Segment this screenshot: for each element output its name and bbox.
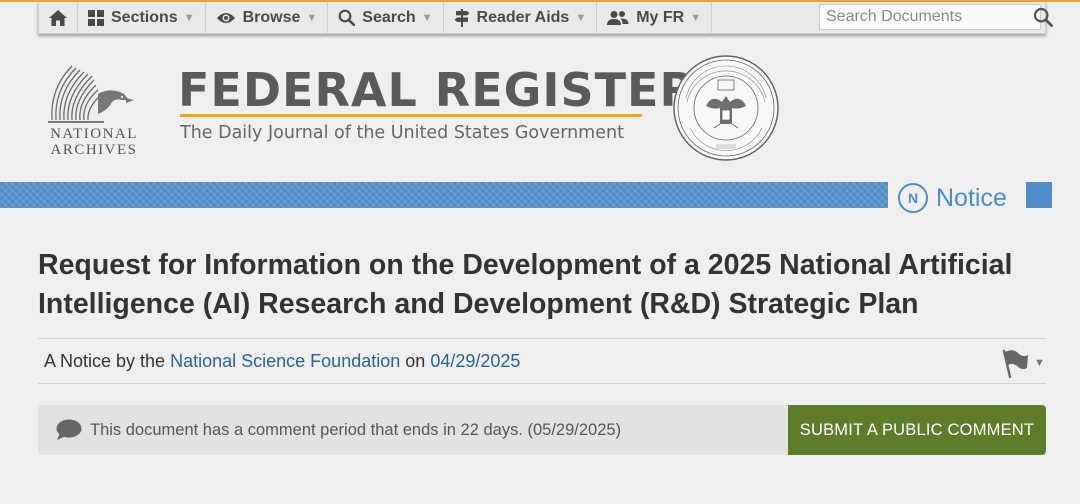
chevron-down-icon: ▼ bbox=[1034, 357, 1045, 369]
archives-line2: ARCHIVES bbox=[50, 142, 138, 158]
nav-reader-aids[interactable]: Reader Aids ▼ bbox=[444, 2, 598, 33]
archives-line1: NATIONAL bbox=[50, 126, 138, 142]
search-documents-box bbox=[819, 4, 1053, 30]
title-rule bbox=[180, 114, 642, 117]
eagle-icon bbox=[48, 65, 134, 123]
comment-bubble-icon bbox=[56, 419, 82, 441]
national-archives-wordmark: NATIONAL ARCHIVES bbox=[44, 126, 144, 158]
main-nav: Sections ▼ Browse ▼ Search ▼ Reader Aids… bbox=[38, 2, 1053, 34]
submit-public-comment-button[interactable]: SUBMIT A PUBLIC COMMENT bbox=[788, 405, 1046, 455]
publication-date-link[interactable]: 04/29/2025 bbox=[430, 351, 520, 371]
search-icon[interactable] bbox=[1033, 7, 1053, 27]
nav-my-fr[interactable]: My FR ▼ bbox=[597, 2, 713, 33]
home-button[interactable] bbox=[39, 2, 78, 33]
byline-prefix: A Notice by the bbox=[44, 351, 166, 371]
search-icon bbox=[338, 9, 356, 26]
document-title: Request for Information on the Developme… bbox=[38, 249, 1013, 320]
chevron-down-icon: ▼ bbox=[690, 11, 702, 24]
byline-on: on bbox=[405, 351, 426, 371]
document-actions-menu[interactable]: ▼ bbox=[1000, 348, 1048, 378]
agency-link[interactable]: National Science Foundation bbox=[170, 351, 400, 371]
nav-reader-aids-label: Reader Aids bbox=[476, 8, 570, 26]
chevron-down-icon: ▼ bbox=[183, 11, 195, 24]
flag-icon bbox=[1000, 348, 1030, 378]
nav-search-label: Search bbox=[362, 8, 416, 26]
comment-period-bar: This document has a comment period that … bbox=[38, 405, 1046, 455]
site-subtitle: The Daily Journal of the United States G… bbox=[180, 123, 624, 143]
comment-period-text: This document has a comment period that … bbox=[90, 420, 622, 439]
document-byline: A Notice by the National Science Foundat… bbox=[44, 351, 520, 372]
eye-icon bbox=[216, 11, 236, 25]
notice-badge-icon: N bbox=[898, 183, 928, 213]
users-icon bbox=[607, 10, 629, 26]
site-title[interactable]: FEDERAL REGISTER bbox=[178, 64, 696, 116]
divider bbox=[38, 338, 1046, 339]
signpost-icon bbox=[454, 8, 470, 27]
chevron-down-icon: ▼ bbox=[421, 11, 433, 24]
divider bbox=[38, 383, 1046, 384]
nav-browse[interactable]: Browse ▼ bbox=[206, 2, 329, 33]
nav-sections-label: Sections bbox=[111, 8, 178, 26]
document-type-label: N Notice bbox=[898, 182, 1007, 214]
nav-browse-label: Browse bbox=[242, 8, 301, 26]
band-end-square bbox=[1026, 182, 1052, 208]
home-icon bbox=[48, 9, 68, 27]
chevron-down-icon: ▼ bbox=[575, 11, 587, 24]
nav-my-fr-label: My FR bbox=[636, 8, 685, 26]
document-type-text: Notice bbox=[936, 183, 1007, 212]
document-type-band bbox=[0, 182, 888, 208]
nara-seal bbox=[672, 54, 780, 162]
nav-search[interactable]: Search ▼ bbox=[328, 2, 444, 33]
seal-icon bbox=[673, 55, 779, 161]
grid-icon bbox=[88, 9, 104, 26]
search-documents-input[interactable] bbox=[820, 5, 1033, 29]
nav-sections[interactable]: Sections ▼ bbox=[78, 2, 206, 33]
chevron-down-icon: ▼ bbox=[306, 11, 318, 24]
